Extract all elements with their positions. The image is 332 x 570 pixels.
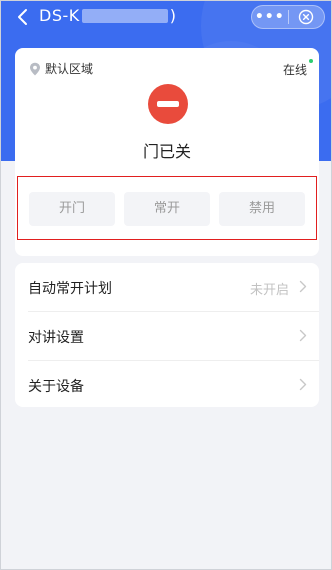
- chevron-right-icon: [299, 329, 307, 342]
- title-suffix: ): [169, 6, 177, 25]
- open-door-button[interactable]: 开门: [29, 192, 115, 226]
- title-redacted: [81, 8, 168, 23]
- online-indicator-dot: [309, 59, 313, 63]
- chevron-right-icon: [299, 280, 307, 293]
- settings-item-about-device[interactable]: 关于设备: [15, 361, 319, 409]
- page-title: DS-K ): [39, 6, 177, 25]
- mini-program-capsule: •••: [251, 5, 325, 29]
- close-button[interactable]: [289, 9, 325, 25]
- settings-card: 自动常开计划 未开启 对讲设置 关于设备: [15, 263, 319, 407]
- door-status-text: 门已关: [142, 142, 191, 161]
- device-card: 默认区域 在线 门已关 开门 常开 禁用: [15, 48, 319, 256]
- disable-button[interactable]: 禁用: [219, 192, 305, 226]
- settings-item-label: 关于设备: [28, 379, 84, 395]
- app-frame: DS-K ) ••• 默认区域 在线 门已关 开门 常开 禁用 自动常开计划 未…: [0, 0, 332, 570]
- region-info: 默认区域: [29, 60, 93, 77]
- door-closed-icon: [148, 84, 188, 124]
- always-open-button[interactable]: 常开: [124, 192, 210, 226]
- settings-item-intercom[interactable]: 对讲设置: [15, 312, 319, 360]
- online-status: 在线: [282, 63, 307, 77]
- region-label: 默认区域: [45, 62, 94, 76]
- location-pin-icon: [30, 62, 40, 75]
- chevron-right-icon: [299, 378, 307, 391]
- settings-item-value: 未开启: [249, 283, 289, 298]
- more-button[interactable]: •••: [252, 6, 288, 28]
- title-prefix: DS-K: [39, 6, 80, 25]
- status-icon-bar: [157, 101, 179, 107]
- chevron-left-icon[interactable]: [13, 7, 33, 27]
- settings-item-auto-open-plan[interactable]: 自动常开计划 未开启: [15, 263, 319, 311]
- close-circle-icon: [299, 9, 314, 25]
- settings-item-label: 自动常开计划: [28, 281, 112, 297]
- settings-item-label: 对讲设置: [28, 330, 84, 346]
